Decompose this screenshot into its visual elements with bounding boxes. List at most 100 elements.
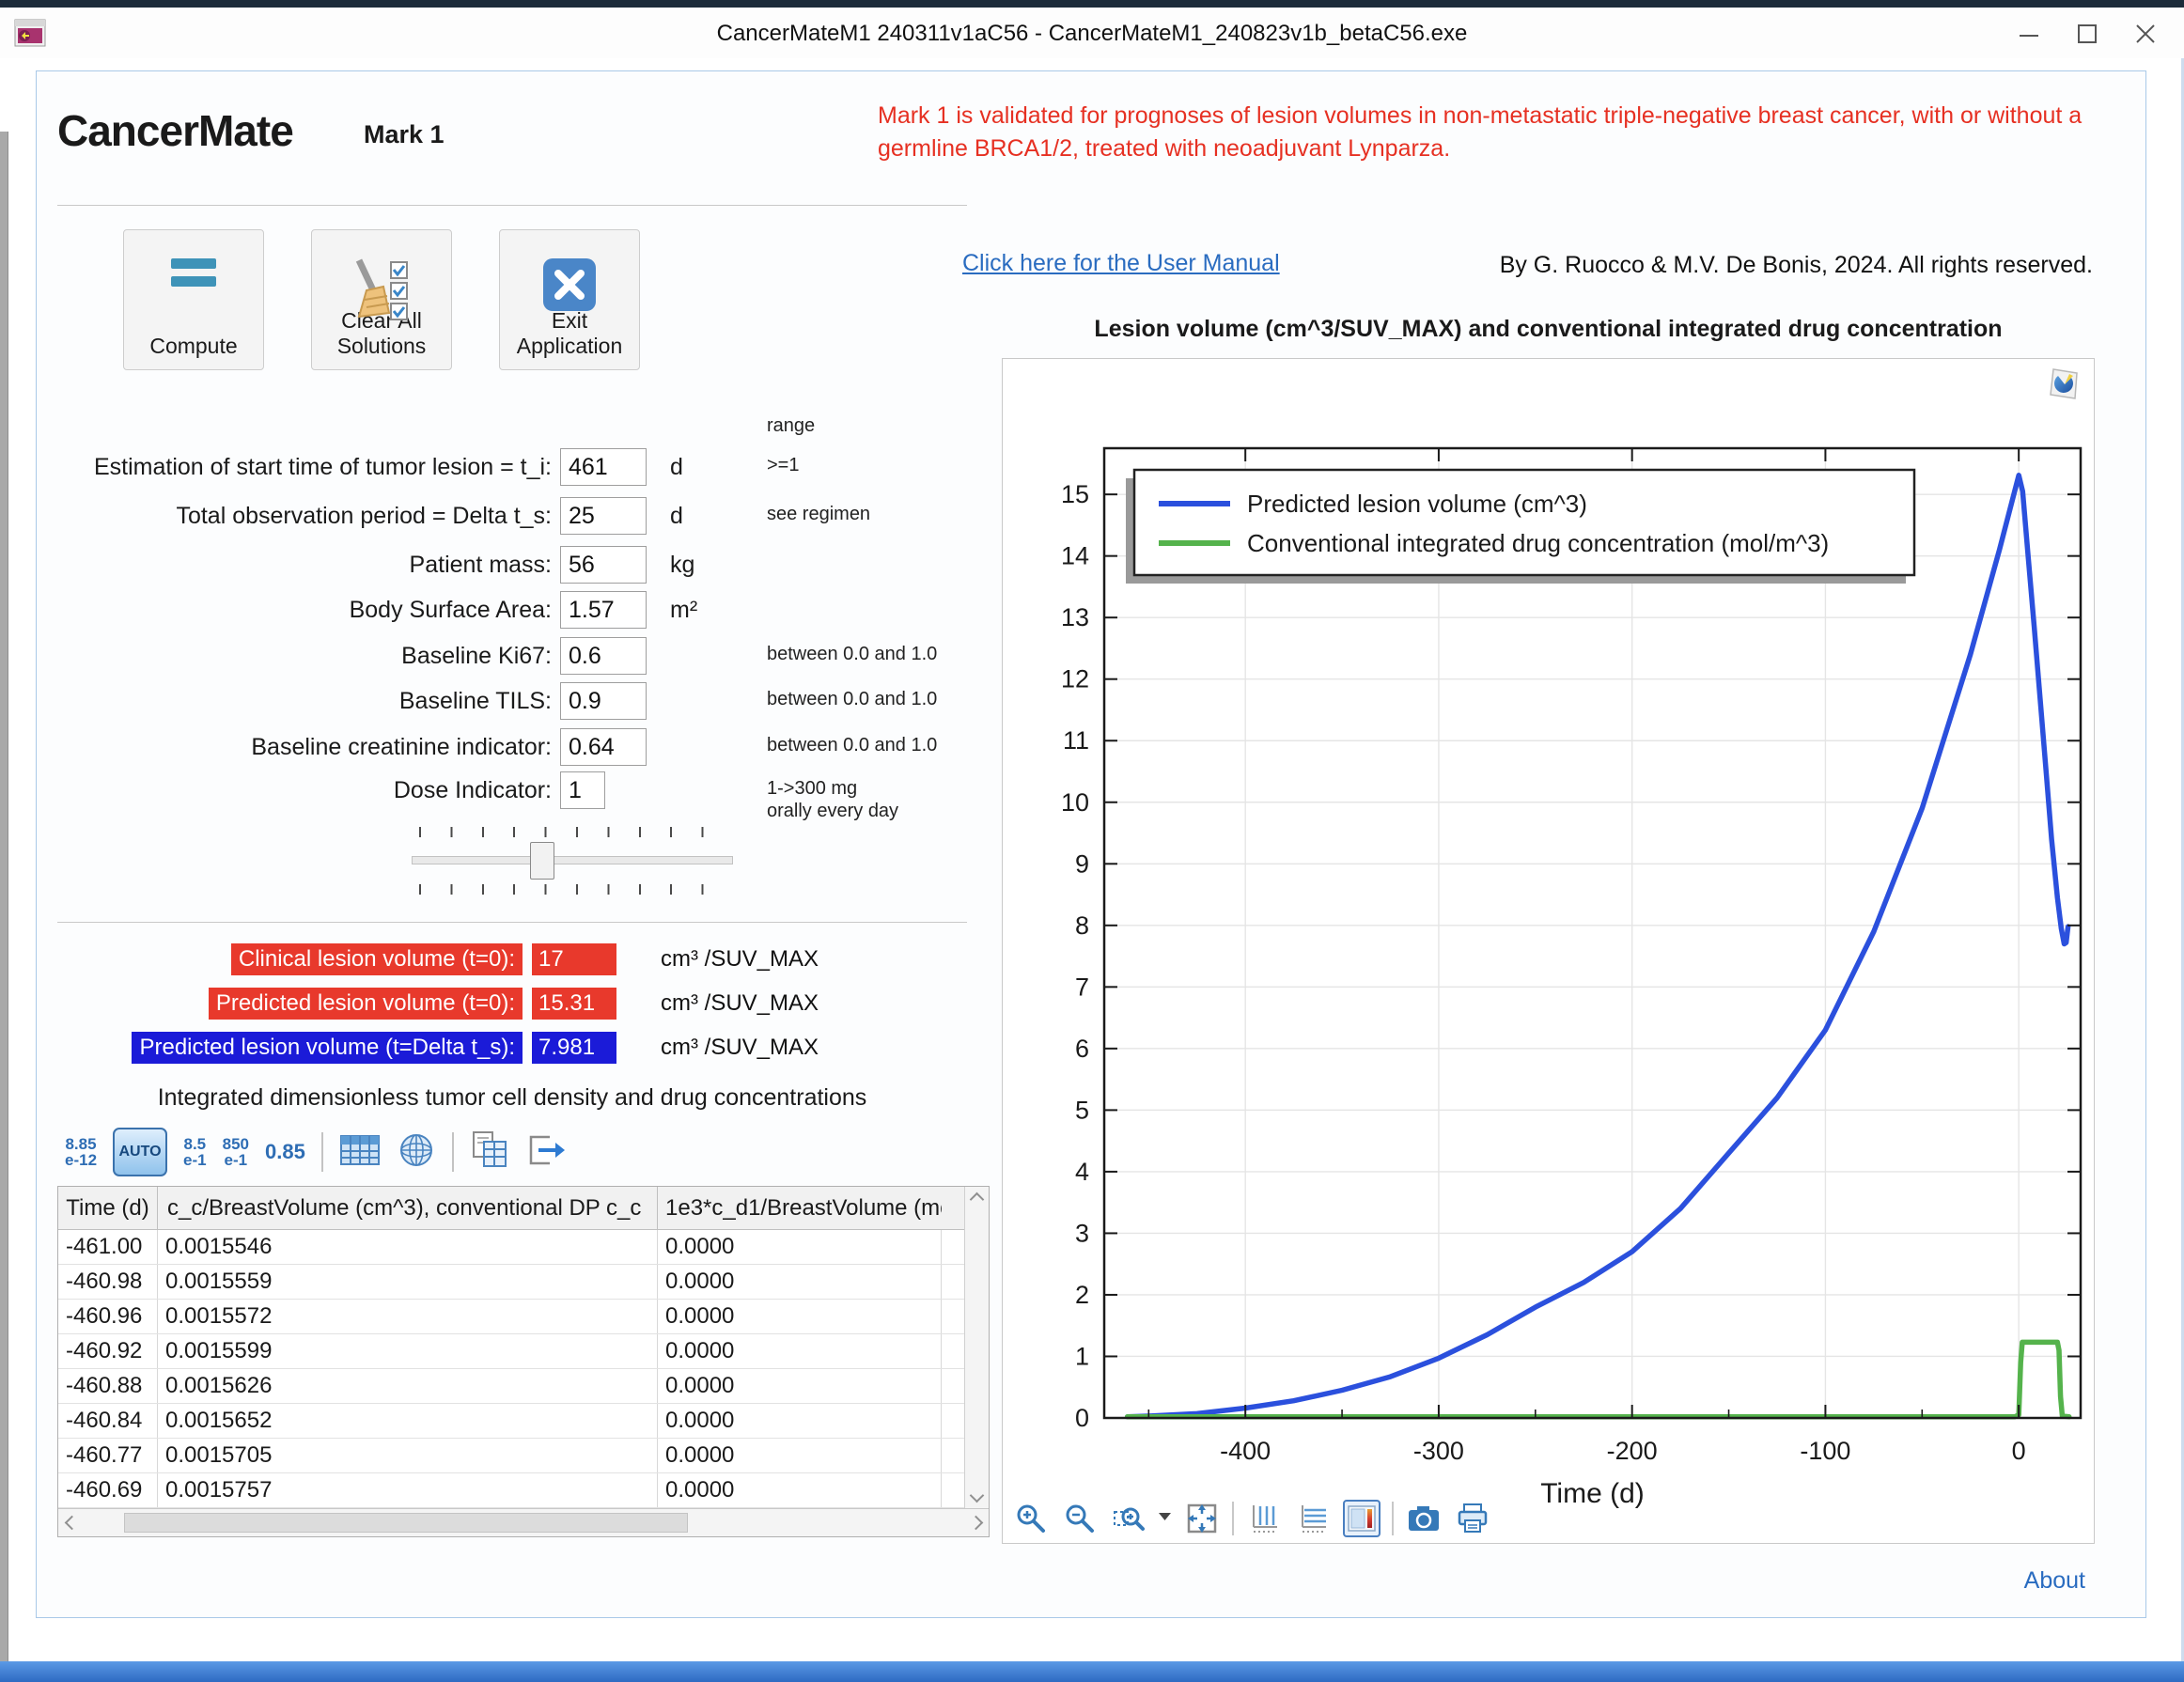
decimal-format-button[interactable]: 0.85 xyxy=(265,1140,305,1164)
form-row: Body Surface Area: m² xyxy=(57,590,967,630)
copyright-text: By G. Ruocco & M.V. De Bonis, 2024. All … xyxy=(1500,252,2093,279)
table-cell: 0.0015652 xyxy=(158,1404,658,1438)
field-input[interactable] xyxy=(560,546,647,584)
field-label: Baseline Ki67: xyxy=(57,636,552,676)
field-label: Dose Indicator: xyxy=(57,771,552,810)
table-row[interactable]: -460.960.00155720.0000 xyxy=(58,1300,989,1334)
field-input[interactable] xyxy=(560,448,647,486)
svg-text:-100: -100 xyxy=(1800,1437,1850,1465)
about-link[interactable]: About xyxy=(2024,1567,2085,1595)
sphere-plot-icon[interactable] xyxy=(397,1131,436,1174)
print-icon[interactable] xyxy=(1454,1500,1491,1537)
field-label: Total observation period = Delta t_s: xyxy=(57,496,552,536)
left-scroll-strip[interactable] xyxy=(0,132,8,1682)
zoom-out-icon[interactable] xyxy=(1061,1500,1099,1537)
slider-track[interactable] xyxy=(412,856,733,864)
maximize-icon[interactable] xyxy=(2058,13,2116,55)
table-row[interactable]: -460.880.00156260.0000 xyxy=(58,1369,989,1404)
scroll-up-icon[interactable] xyxy=(970,1192,985,1207)
export-table-icon[interactable] xyxy=(525,1131,567,1174)
scroll-down-icon[interactable] xyxy=(970,1488,985,1503)
chart-canvas[interactable]: 0123456789101112131415-400-300-200-1000T… xyxy=(1003,359,2096,1519)
table-cell: 0.0015559 xyxy=(158,1265,658,1299)
compute-equals-icon xyxy=(124,255,263,290)
titlebar: CancerMateM1 240311v1aC56 - CancerMateM1… xyxy=(0,8,2184,58)
zoom-in-icon[interactable] xyxy=(1012,1500,1050,1537)
hscroll-thumb[interactable] xyxy=(124,1513,688,1533)
scroll-left-icon[interactable] xyxy=(58,1509,85,1536)
exit-application-button[interactable]: Exit Application xyxy=(499,229,640,370)
minimize-icon[interactable] xyxy=(2000,13,2058,55)
svg-text:3: 3 xyxy=(1075,1219,1089,1247)
zoom-box-icon[interactable] xyxy=(1110,1500,1147,1537)
zoom-dropdown-icon[interactable] xyxy=(1159,1510,1172,1527)
x-grid-icon[interactable] xyxy=(1245,1500,1283,1537)
y-grid-icon[interactable] xyxy=(1294,1500,1332,1537)
table-header-cell[interactable]: Time (d) xyxy=(58,1187,158,1229)
clear-all-solutions-button[interactable]: Clear All Solutions xyxy=(311,229,452,370)
svg-text:9: 9 xyxy=(1075,849,1089,878)
field-label: Estimation of start time of tumor lesion… xyxy=(57,447,552,487)
compute-button[interactable]: Compute xyxy=(123,229,264,370)
user-manual-link[interactable]: Click here for the User Manual xyxy=(962,250,1280,277)
table-horizontal-scrollbar[interactable] xyxy=(58,1508,989,1536)
table-cell: -460.98 xyxy=(58,1265,158,1299)
table-row[interactable]: -460.770.00157050.0000 xyxy=(58,1439,989,1473)
exit-x-icon xyxy=(500,255,639,315)
svg-text:-300: -300 xyxy=(1413,1437,1464,1465)
table-cell: 0.0000 xyxy=(658,1334,942,1368)
result-label: Predicted lesion volume (t=Delta t_s): xyxy=(132,1032,523,1064)
field-input[interactable] xyxy=(560,497,647,535)
svg-text:0: 0 xyxy=(1075,1404,1089,1432)
table-row[interactable]: -460.920.00155990.0000 xyxy=(58,1334,989,1369)
table-header-row: Time (d)c_c/BreastVolume (cm^3), convent… xyxy=(58,1187,989,1230)
field-unit: kg xyxy=(670,545,694,584)
field-input[interactable] xyxy=(560,682,647,720)
table-header-cell[interactable]: 1e3*c_d1/BreastVolume (mo xyxy=(658,1187,942,1229)
engineering-format-button[interactable]: 850 e-1 xyxy=(223,1136,249,1168)
result-unit: cm³ /SUV_MAX xyxy=(661,986,819,1021)
table-row[interactable]: -460.840.00156520.0000 xyxy=(58,1404,989,1439)
dose-slider[interactable] xyxy=(412,827,733,895)
slider-thumb[interactable] xyxy=(530,842,554,880)
table-view-icon[interactable] xyxy=(339,1131,381,1174)
field-input[interactable] xyxy=(560,591,647,629)
app-mark-label: Mark 1 xyxy=(364,120,445,149)
table-cell: 0.0000 xyxy=(658,1265,942,1299)
scientific-format-button[interactable]: 8.5 e-1 xyxy=(183,1136,207,1168)
table-row[interactable]: -461.000.00155460.0000 xyxy=(58,1230,989,1265)
svg-text:Predicted lesion volume (cm^3): Predicted lesion volume (cm^3) xyxy=(1247,490,1587,518)
auto-format-button[interactable]: AUTO xyxy=(113,1128,167,1176)
scroll-right-icon[interactable] xyxy=(962,1509,989,1536)
svg-text:14: 14 xyxy=(1061,542,1089,570)
result-label: Predicted lesion volume (t=0): xyxy=(209,988,523,1020)
separator xyxy=(321,1132,323,1172)
close-icon[interactable] xyxy=(2116,13,2175,55)
separator xyxy=(1232,1502,1234,1535)
table-row[interactable]: -460.980.00155590.0000 xyxy=(58,1265,989,1300)
svg-text:4: 4 xyxy=(1075,1158,1089,1186)
field-input[interactable] xyxy=(560,771,605,809)
svg-text:11: 11 xyxy=(1063,726,1089,755)
table-header-cell[interactable]: c_c/BreastVolume (cm^3), conventional DP… xyxy=(158,1187,658,1229)
field-input[interactable] xyxy=(560,728,647,766)
table-vertical-scrollbar[interactable] xyxy=(964,1187,989,1508)
copy-table-icon[interactable] xyxy=(470,1130,509,1175)
table-row[interactable]: -460.690.00157570.0000 xyxy=(58,1473,989,1508)
result-value: 7.981 xyxy=(532,1032,616,1064)
color-legend-icon[interactable] xyxy=(1343,1500,1381,1537)
full-precision-button[interactable]: 8.85 e-12 xyxy=(65,1136,97,1168)
chart-legend: Predicted lesion volume (cm^3)Convention… xyxy=(1126,470,1914,584)
svg-text:6: 6 xyxy=(1075,1035,1089,1063)
zoom-extents-icon[interactable] xyxy=(1183,1500,1221,1537)
result-label: Clinical lesion volume (t=0): xyxy=(231,943,523,975)
exit-application-label: Exit Application xyxy=(500,308,639,358)
field-input[interactable] xyxy=(560,637,647,675)
result-value: 17 xyxy=(532,943,616,975)
snapshot-camera-icon[interactable] xyxy=(1405,1500,1443,1537)
comsol-plot-icon[interactable] xyxy=(2047,366,2083,407)
table-cell: 0.0000 xyxy=(658,1404,942,1438)
window-top-strip xyxy=(0,0,2184,8)
form-row: Total observation period = Delta t_s: d … xyxy=(57,496,967,536)
field-range-note: 1->300 mg xyxy=(767,778,857,800)
